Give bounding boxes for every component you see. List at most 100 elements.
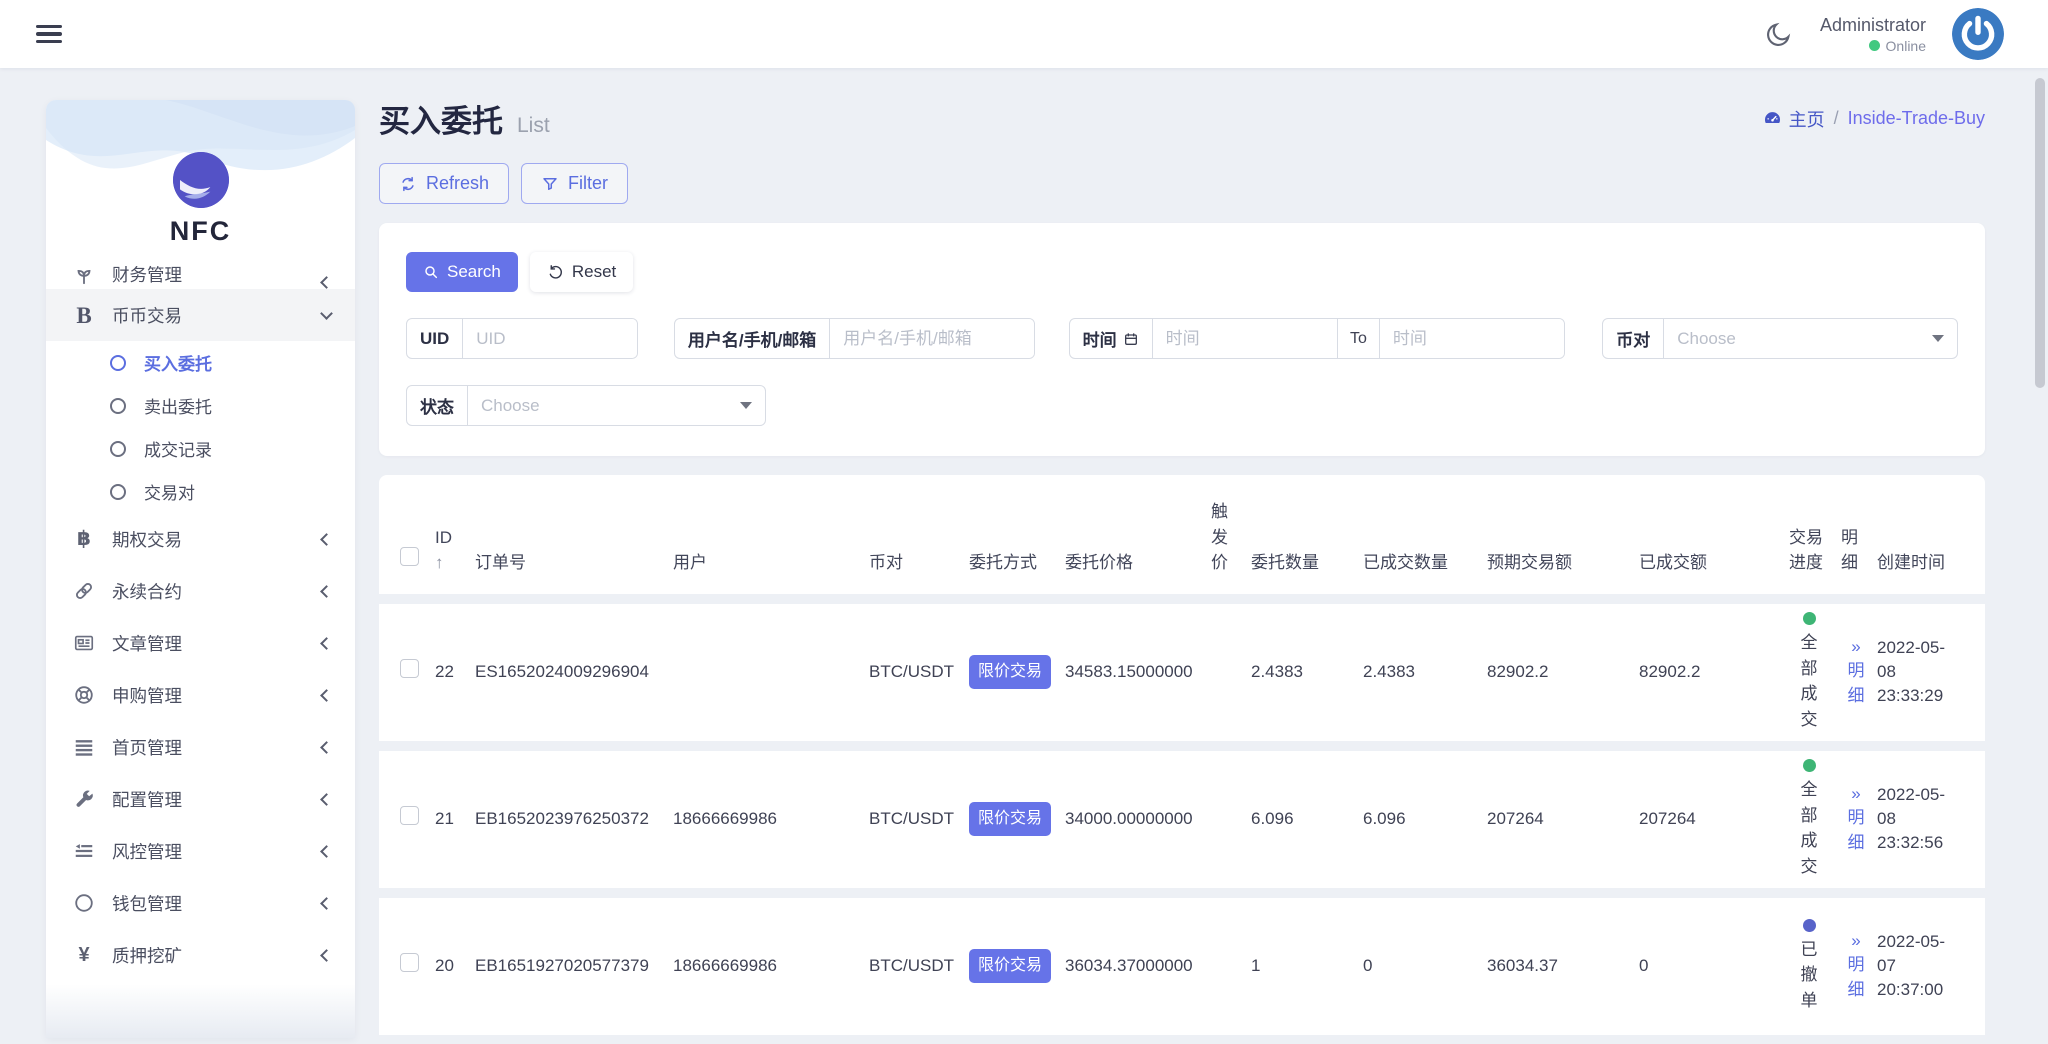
- order-type-badge: 限价交易: [969, 949, 1051, 983]
- cell-progress: 已撤单: [1789, 919, 1841, 1014]
- col-created: 创建时间: [1877, 551, 1985, 576]
- user-menu[interactable]: Administrator Online: [1820, 15, 1926, 54]
- breadcrumb: 主页 / Inside-Trade-Buy: [1763, 106, 1985, 132]
- avatar[interactable]: [1952, 8, 2004, 60]
- cell-user: 18666669986: [673, 954, 869, 978]
- article-icon: [72, 631, 96, 655]
- search-button[interactable]: Search: [406, 252, 518, 292]
- sidebar-item[interactable]: ฿ 期权交易: [46, 513, 355, 565]
- filter-panel: Search Reset UID 用户名/手机/邮箱 时间: [379, 223, 1985, 456]
- chevron-icon: [320, 585, 333, 598]
- filter-button[interactable]: Filter: [521, 163, 628, 204]
- user-status-label: Online: [1886, 38, 1926, 54]
- sidebar-item[interactable]: 申购管理: [46, 669, 355, 721]
- table-row: 20 EB1651927020577379 18666669986 BTC/US…: [379, 898, 1985, 1035]
- cell-price: 34583.15000000: [1065, 660, 1211, 684]
- sidebar-item[interactable]: 首页管理: [46, 721, 355, 773]
- chevron-icon: [320, 307, 333, 320]
- lines-icon: [72, 735, 96, 759]
- detail-link[interactable]: »明细: [1841, 930, 1871, 1003]
- cell-type: 限价交易: [969, 802, 1065, 836]
- sidebar-item[interactable]: 文章管理: [46, 617, 355, 669]
- pair-label: 币对: [1603, 319, 1664, 358]
- table-row: 22 ES1652024009296904 BTC/USDT 限价交易 3458…: [379, 604, 1985, 741]
- cell-amount: 1: [1251, 954, 1363, 978]
- status-select[interactable]: Choose: [468, 386, 765, 425]
- reset-button[interactable]: Reset: [530, 252, 633, 292]
- row-checkbox[interactable]: [400, 953, 419, 972]
- main-content: 买入委托 List 主页 / Inside-Trade-Buy R: [379, 96, 1985, 1044]
- col-id[interactable]: ID↑: [435, 526, 475, 575]
- col-turnover: 已成交额: [1639, 551, 1789, 576]
- sidebar-item[interactable]: 钱包管理: [46, 877, 355, 929]
- status-text: 已撤单: [1799, 937, 1819, 1014]
- bitcoin-icon: ฿: [72, 527, 96, 551]
- cell-order-no: EB1651927020577379: [475, 954, 673, 978]
- time-from-input[interactable]: [1153, 319, 1337, 358]
- time-field-group: 时间 To: [1069, 318, 1566, 359]
- cell-created: 2022-05-08 23:33:29: [1877, 636, 1985, 707]
- detail-link[interactable]: »明细: [1841, 636, 1871, 709]
- dark-mode-icon[interactable]: [1764, 19, 1794, 49]
- refresh-button[interactable]: Refresh: [379, 163, 509, 204]
- uid-input[interactable]: [463, 319, 637, 358]
- sort-asc-icon: ↑: [435, 551, 469, 576]
- radio-circle-icon: [110, 484, 126, 500]
- cell-amount: 6.096: [1251, 807, 1363, 831]
- status-field-group: 状态 Choose: [406, 385, 766, 426]
- sidebar-item[interactable]: B 币币交易: [46, 289, 355, 341]
- calendar-icon: [1123, 331, 1139, 347]
- chevron-icon: [320, 845, 333, 858]
- sidebar-subitem[interactable]: 买入委托: [46, 341, 355, 384]
- chevron-icon: [320, 793, 333, 806]
- dashboard-icon: [1763, 109, 1782, 128]
- yen-icon: ¥: [72, 943, 96, 967]
- breadcrumb-separator: /: [1834, 108, 1839, 129]
- sidebar-subitem[interactable]: 卖出委托: [46, 384, 355, 427]
- sidebar-item[interactable]: 财务管理: [46, 257, 355, 289]
- col-pair: 币对: [869, 551, 969, 576]
- menu-toggle-icon[interactable]: [36, 25, 62, 43]
- scrollbar-thumb[interactable]: [2035, 78, 2045, 388]
- uid-field-group: UID: [406, 318, 638, 359]
- page-title: 买入委托: [379, 96, 503, 141]
- sidebar-item[interactable]: 风控管理: [46, 825, 355, 877]
- row-checkbox[interactable]: [400, 806, 419, 825]
- chevron-icon: [320, 949, 333, 962]
- status-text: 全部成交: [1799, 777, 1819, 879]
- funnel-icon: [541, 175, 559, 193]
- user-name: Administrator: [1820, 15, 1926, 36]
- col-user: 用户: [673, 551, 869, 576]
- sidebar-item[interactable]: ¥ 质押挖矿: [46, 929, 355, 981]
- link-icon: [72, 579, 96, 603]
- detail-link[interactable]: »明细: [1841, 783, 1871, 856]
- cell-user: 18666669986: [673, 807, 869, 831]
- window-scrollbar[interactable]: [2034, 70, 2046, 1044]
- sidebar-subitem[interactable]: 成交记录: [46, 427, 355, 470]
- sidebar-item[interactable]: 配置管理: [46, 773, 355, 825]
- order-type-badge: 限价交易: [969, 655, 1051, 689]
- col-expected: 预期交易额: [1487, 551, 1639, 576]
- select-all-checkbox[interactable]: [400, 547, 419, 566]
- page-subtitle: List: [517, 114, 550, 138]
- chevron-icon: [320, 897, 333, 910]
- cell-price: 36034.37000000: [1065, 954, 1211, 978]
- time-to-input[interactable]: [1380, 319, 1564, 358]
- cell-turnover: 207264: [1639, 807, 1789, 831]
- col-price: 委托价格: [1065, 551, 1211, 576]
- pair-select[interactable]: Choose: [1664, 319, 1957, 358]
- sidebar-subitem[interactable]: 交易对: [46, 470, 355, 513]
- cell-price: 34000.00000000: [1065, 807, 1211, 831]
- undo-icon: [547, 264, 564, 281]
- logo-icon: [173, 152, 229, 208]
- radio-circle-icon: [110, 398, 126, 414]
- lifebuoy-icon: [72, 683, 96, 707]
- user-input[interactable]: [830, 319, 1033, 358]
- breadcrumb-home-link[interactable]: 主页: [1763, 106, 1825, 132]
- to-separator: To: [1337, 319, 1380, 358]
- row-checkbox[interactable]: [400, 659, 419, 678]
- sidebar-item[interactable]: 永续合约: [46, 565, 355, 617]
- orders-table: ID↑ 订单号 用户 币对 委托方式 委托价格 触发价 委托数量 已成交数量 预…: [379, 475, 1985, 1044]
- top-navbar: Administrator Online: [0, 0, 2048, 68]
- cell-id: 20: [435, 954, 475, 978]
